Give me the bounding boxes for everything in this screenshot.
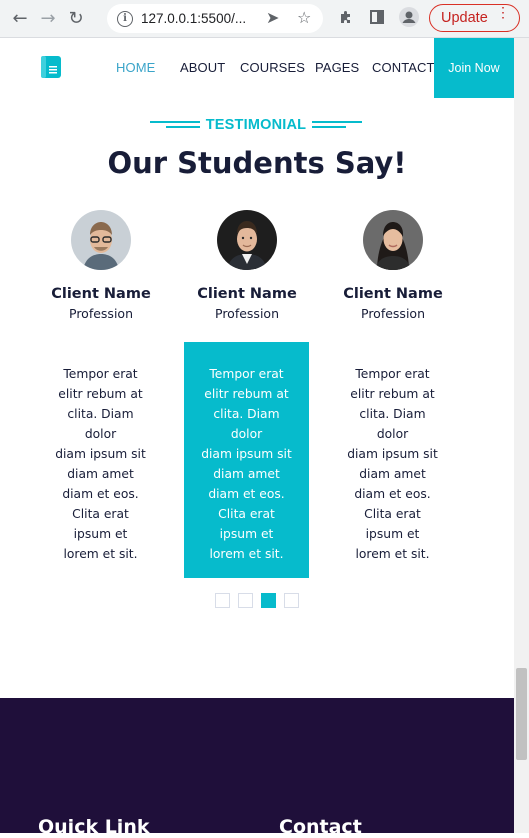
carousel-dot[interactable] (238, 593, 253, 608)
update-label: Update (441, 10, 488, 26)
join-now-button[interactable]: Join Now (434, 38, 514, 98)
client-name: Client Name (197, 286, 297, 302)
quote-line: diam amet (213, 467, 280, 481)
page-scrollbar[interactable] (514, 38, 529, 833)
client-profession: Profession (215, 306, 279, 321)
more-menu-icon[interactable]: ⋮ (496, 5, 510, 19)
quote-line: diam ipsum sit (347, 447, 438, 461)
quote-line: diam amet (359, 467, 426, 481)
client-avatar (363, 210, 423, 270)
carousel-dot-active[interactable] (261, 593, 276, 608)
nav-contact[interactable]: CONTACT (372, 60, 435, 75)
quote-line: Clita erat (72, 507, 129, 521)
extensions-puzzle-icon[interactable] (338, 9, 354, 29)
testimonial-card: Client Name Profession (330, 210, 456, 321)
client-profession: Profession (69, 306, 133, 321)
nav-courses[interactable]: COURSES (240, 60, 305, 75)
quote-line: clita. Diam (213, 407, 280, 421)
quote-line: Tempor erat (209, 367, 284, 381)
quote-line: ipsum et (73, 527, 128, 541)
update-button[interactable]: Update ⋮ (429, 4, 520, 32)
reload-icon[interactable]: ↻ (65, 8, 87, 30)
quote-line: Tempor erat (63, 367, 138, 381)
testimonial-card-active: Client Name Profession (184, 210, 310, 321)
carousel-dot[interactable] (284, 593, 299, 608)
quote-line: Tempor erat (355, 367, 430, 381)
footer-heading-contact: Contact (279, 816, 362, 838)
testimonial-quote-active: Tempor erat elitr rebum at clita. Diam d… (184, 342, 309, 578)
quote-line: dolor (376, 427, 409, 441)
bookmark-star-icon[interactable]: ☆ (297, 8, 311, 27)
send-icon[interactable]: ➤ (266, 8, 279, 27)
footer-heading-quick-link: Quick Link (38, 816, 150, 838)
quote-line: diam ipsum sit (55, 447, 146, 461)
quote-line: elitr rebum at (58, 387, 143, 401)
site-footer: Quick Link Contact (0, 698, 514, 838)
site-navbar: HOME ABOUT COURSES PAGES CONTACT Join No… (0, 38, 514, 98)
profile-avatar-icon[interactable] (399, 7, 419, 31)
quote-line: diam amet (67, 467, 134, 481)
browser-toolbar: ← → ↻ i 127.0.0.1:5500/... ➤ ☆ Update ⋮ (0, 0, 529, 38)
quote-line: lorem et sit. (63, 547, 138, 561)
testimonial-quote: Tempor erat elitr rebum at clita. Diam d… (330, 342, 455, 578)
quote-line: diam ipsum sit (201, 447, 292, 461)
section-tag-text: TESTIMONIAL (205, 117, 307, 133)
quote-line: diam et eos. (62, 487, 139, 501)
quote-line: ipsum et (365, 527, 420, 541)
url-text: 127.0.0.1:5500/... (141, 11, 247, 26)
client-name: Client Name (51, 286, 151, 302)
tag-line-right (312, 121, 364, 129)
scrollbar-thumb[interactable] (516, 668, 527, 760)
quote-line: clita. Diam (67, 407, 134, 421)
back-arrow-icon[interactable]: ← (9, 8, 31, 30)
section-title: Our Students Say! (107, 146, 407, 180)
quote-line: Clita erat (218, 507, 275, 521)
carousel-dot[interactable] (215, 593, 230, 608)
client-name: Client Name (343, 286, 443, 302)
forward-arrow-icon[interactable]: → (37, 8, 59, 30)
quote-line: elitr rebum at (204, 387, 289, 401)
quote-line: diam et eos. (208, 487, 285, 501)
book-logo-icon[interactable] (40, 55, 62, 79)
quote-line: dolor (230, 427, 263, 441)
client-avatar (217, 210, 277, 270)
carousel-dots (215, 593, 299, 608)
quote-line: Clita erat (364, 507, 421, 521)
testimonial-card: Client Name Profession (38, 210, 164, 321)
testimonial-quote: Tempor erat elitr rebum at clita. Diam d… (38, 342, 163, 578)
quote-line: diam et eos. (354, 487, 431, 501)
section-tag: TESTIMONIAL (146, 114, 366, 136)
quote-line: dolor (84, 427, 117, 441)
side-panel-icon[interactable] (369, 9, 385, 29)
client-profession: Profession (361, 306, 425, 321)
tag-line-left (148, 121, 200, 129)
quote-line: elitr rebum at (350, 387, 435, 401)
nav-pages[interactable]: PAGES (315, 60, 359, 75)
quote-line: lorem et sit. (355, 547, 430, 561)
nav-about[interactable]: ABOUT (180, 60, 225, 75)
address-bar[interactable]: i 127.0.0.1:5500/... (107, 4, 323, 33)
quote-line: lorem et sit. (209, 547, 284, 561)
nav-home[interactable]: HOME (116, 60, 155, 75)
client-avatar (71, 210, 131, 270)
quote-line: clita. Diam (359, 407, 426, 421)
site-info-icon[interactable]: i (117, 10, 133, 27)
quote-line: ipsum et (219, 527, 274, 541)
